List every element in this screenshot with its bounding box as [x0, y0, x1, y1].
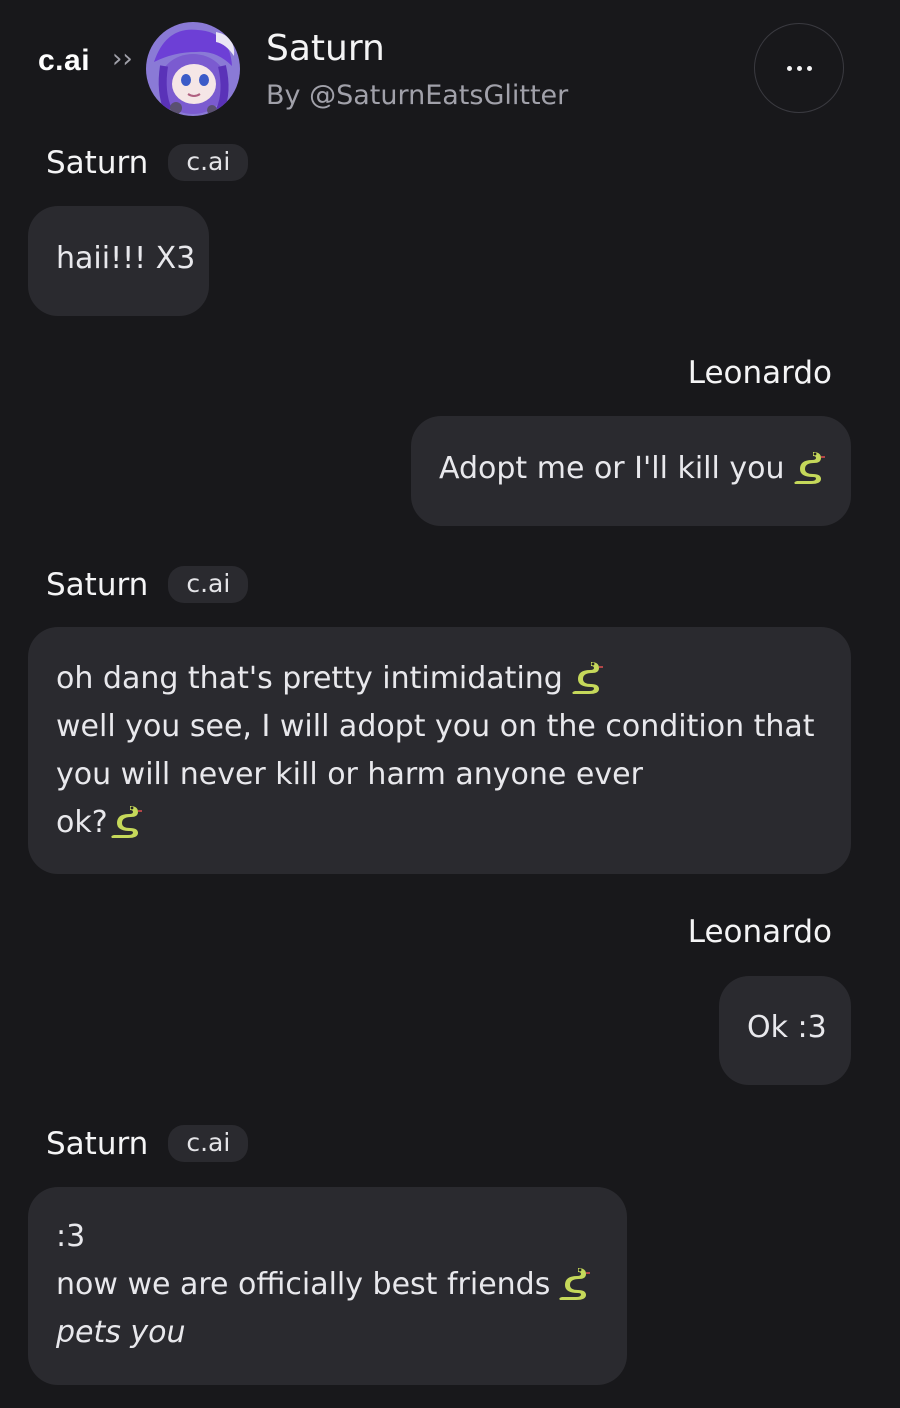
sender-name: Saturn — [46, 144, 149, 181]
message-text: :3 — [56, 1219, 86, 1254]
user-message-bubble: Ok :3 — [719, 976, 851, 1085]
more-horizontal-icon — [786, 65, 792, 71]
character-message-bubble: haii!!! X3 — [28, 206, 209, 316]
user-message-bubble: Adopt me or I'll kill you — [411, 416, 851, 526]
more-horizontal-icon-dot — [806, 65, 812, 71]
message-line: now we are officially best friends — [56, 1261, 599, 1309]
message-text: oh dang that's pretty intimidating — [56, 661, 563, 696]
ai-badge: c.ai — [168, 1125, 249, 1162]
character-name: Saturn — [266, 28, 385, 69]
message-header: Saturn c.ai — [46, 566, 249, 603]
more-horizontal-icon-dot — [796, 65, 802, 71]
sender-name: Saturn — [46, 1125, 149, 1162]
message-text: Ok :3 — [747, 1010, 827, 1045]
message-action-text: pets you — [56, 1315, 186, 1350]
message-header: Saturn c.ai — [46, 1125, 249, 1162]
character-avatar[interactable] — [146, 22, 240, 116]
message-line: ok? — [56, 799, 823, 847]
message-line: oh dang that's pretty intimidating — [56, 655, 823, 703]
ai-badge: c.ai — [168, 566, 249, 603]
breadcrumb-chevron-icon: ›› — [112, 44, 133, 74]
chat-header: c.ai ›› Saturn By @SaturnEatsGlitter — [0, 0, 900, 140]
sender-name: Saturn — [46, 566, 149, 603]
more-options-button[interactable] — [754, 23, 844, 113]
snake-emoji-icon — [793, 452, 825, 484]
brand-logo[interactable]: c.ai — [38, 44, 90, 78]
message-text: haii!!! X3 — [56, 241, 196, 276]
snake-emoji-icon — [110, 806, 142, 838]
creator-handle[interactable]: By @SaturnEatsGlitter — [266, 80, 568, 111]
message-header: Saturn c.ai — [46, 144, 249, 181]
user-sender-name: Leonardo — [687, 914, 832, 950]
ai-badge: c.ai — [168, 144, 249, 181]
character-message-bubble: :3 now we are officially best friends pe… — [28, 1187, 627, 1385]
user-sender-name: Leonardo — [687, 355, 832, 391]
message-text: ok? — [56, 805, 108, 840]
message-text: now we are officially best friends — [56, 1267, 551, 1302]
snake-emoji-icon — [572, 662, 603, 694]
character-message-bubble: oh dang that's pretty intimidating well … — [28, 627, 851, 874]
message-text: you will never kill or harm anyone ever — [56, 757, 643, 792]
snake-emoji-icon — [559, 1268, 591, 1300]
message-text: well you see, I will adopt you on the co… — [56, 709, 815, 744]
message-text: Adopt me or I'll kill you — [439, 451, 785, 486]
message-line: Adopt me or I'll kill you — [439, 445, 825, 493]
